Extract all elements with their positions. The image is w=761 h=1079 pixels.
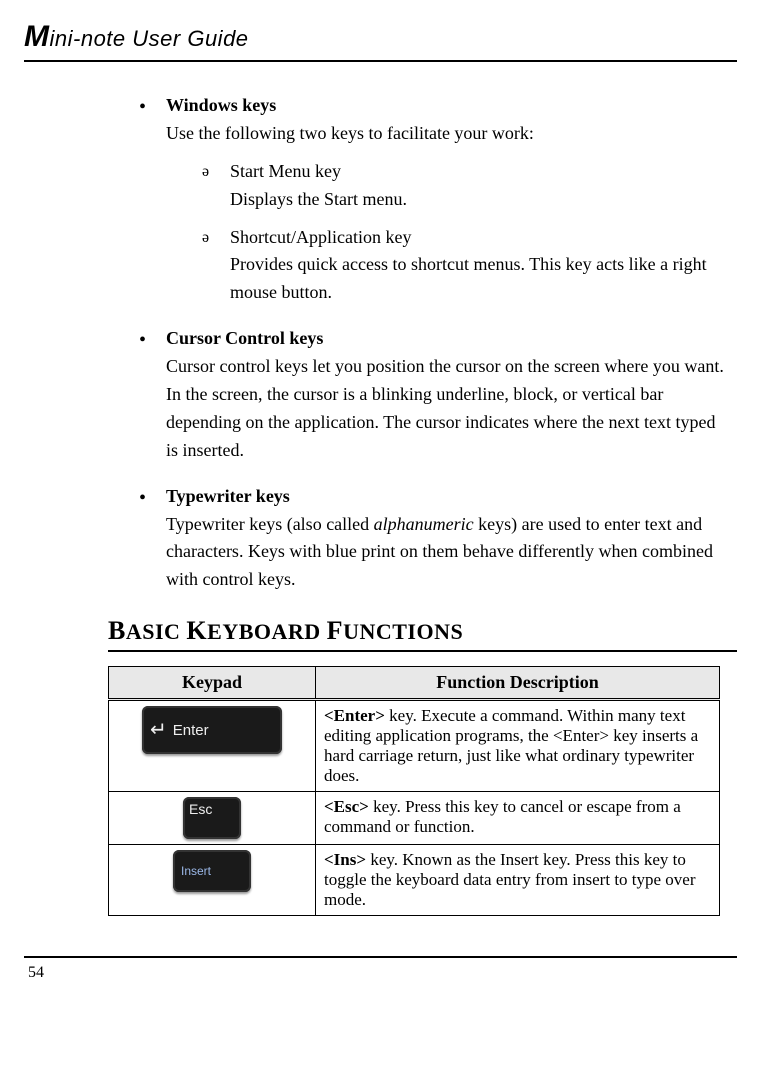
th-keypad: Keypad	[109, 667, 316, 700]
esc-key-icon: Esc	[183, 797, 241, 839]
function-table: Keypad Function Description ↵ Enter <Ent…	[108, 666, 720, 916]
sub-line2: Provides quick access to shortcut menus.…	[230, 254, 707, 302]
section-heading: BASIC KEYBOARD FUNCTIONS	[108, 616, 737, 652]
bullet-typewriter: Typewriter keys Typewriter keys (also ca…	[134, 483, 727, 595]
page-number: 54	[28, 964, 737, 982]
page-header: Mini-note User Guide	[24, 20, 737, 62]
bullet-heading: Windows keys	[166, 95, 276, 115]
keycap-label: Esc	[189, 801, 212, 817]
bullet-cursor-control: Cursor Control keys Cursor control keys …	[134, 325, 727, 464]
sub-item-start-menu: Start Menu key Displays the Start menu.	[166, 158, 727, 214]
insert-key-icon: Insert	[173, 850, 251, 892]
desc-cell: <Enter> key. Execute a command. Within m…	[316, 700, 720, 792]
main-content: Windows keys Use the following two keys …	[134, 92, 727, 594]
sub-line2: Displays the Start menu.	[230, 189, 407, 209]
enter-arrow-icon: ↵	[150, 720, 167, 740]
desc-rest: key. Known as the Insert key. Press this…	[324, 850, 696, 909]
table-header-row: Keypad Function Description	[109, 667, 720, 700]
keycap-label: Insert	[181, 864, 211, 878]
desc-bold: <Esc>	[324, 797, 369, 816]
desc-bold: <Enter>	[324, 706, 385, 725]
sub-line1: Start Menu key	[230, 161, 341, 181]
bullet-body: Cursor control keys let you position the…	[166, 356, 724, 460]
th-description: Function Description	[316, 667, 720, 700]
page-container: Mini-note User Guide Windows keys Use th…	[0, 0, 761, 994]
table-row: Insert <Ins> key. Known as the Insert ke…	[109, 845, 720, 916]
bullet-heading: Typewriter keys	[166, 486, 290, 506]
enter-key-icon: ↵ Enter	[142, 706, 282, 754]
keycap-label: Enter	[173, 722, 209, 739]
keycap-cell-enter: ↵ Enter	[109, 700, 316, 792]
footer-rule	[24, 956, 737, 958]
desc-bold: <Ins>	[324, 850, 366, 869]
header-title-rest: ini-note User Guide	[50, 26, 249, 51]
bullet-body-pre: Typewriter keys (also called	[166, 514, 374, 534]
keycap-cell-esc: Esc	[109, 792, 316, 845]
desc-cell: <Esc> key. Press this key to cancel or e…	[316, 792, 720, 845]
bullet-windows-keys: Windows keys Use the following two keys …	[134, 92, 727, 307]
sub-item-shortcut-key: Shortcut/Application key Provides quick …	[166, 224, 727, 308]
bullet-body-italic: alphanumeric	[374, 514, 474, 534]
keycap-cell-insert: Insert	[109, 845, 316, 916]
bullet-heading: Cursor Control keys	[166, 328, 323, 348]
section-heading-text: BASIC KEYBOARD FUNCTIONS	[108, 619, 463, 644]
desc-rest: key. Press this key to cancel or escape …	[324, 797, 681, 836]
desc-cell: <Ins> key. Known as the Insert key. Pres…	[316, 845, 720, 916]
sub-line1: Shortcut/Application key	[230, 227, 411, 247]
header-title-big: M	[24, 20, 50, 53]
table-row: Esc <Esc> key. Press this key to cancel …	[109, 792, 720, 845]
header-title: Mini-note User Guide	[24, 20, 737, 54]
bullet-body: Use the following two keys to facilitate…	[166, 123, 534, 143]
table-row: ↵ Enter <Enter> key. Execute a command. …	[109, 700, 720, 792]
